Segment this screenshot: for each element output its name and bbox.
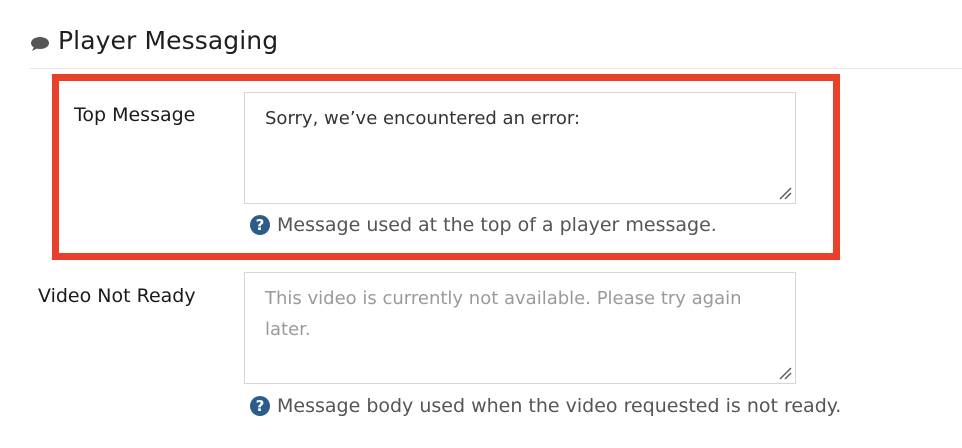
top-message-help: ? Message used at the top of a player me… xyxy=(250,214,717,236)
question-circle-icon[interactable]: ? xyxy=(250,215,270,235)
video-not-ready-textarea[interactable] xyxy=(244,272,796,384)
resize-handle-icon[interactable] xyxy=(778,186,792,200)
speech-bubble-icon xyxy=(31,36,49,51)
top-message-textarea[interactable] xyxy=(244,92,796,204)
top-message-label: Top Message xyxy=(74,104,196,126)
section-header: Player Messaging xyxy=(30,26,278,55)
top-message-help-text: Message used at the top of a player mess… xyxy=(277,214,717,236)
section-divider xyxy=(30,68,962,69)
resize-handle-icon[interactable] xyxy=(778,366,792,380)
video-not-ready-label: Video Not Ready xyxy=(38,285,196,307)
question-circle-icon[interactable]: ? xyxy=(250,396,270,416)
video-not-ready-help-text: Message body used when the video request… xyxy=(277,395,842,417)
section-title: Player Messaging xyxy=(58,26,279,55)
video-not-ready-help: ? Message body used when the video reque… xyxy=(250,395,841,417)
